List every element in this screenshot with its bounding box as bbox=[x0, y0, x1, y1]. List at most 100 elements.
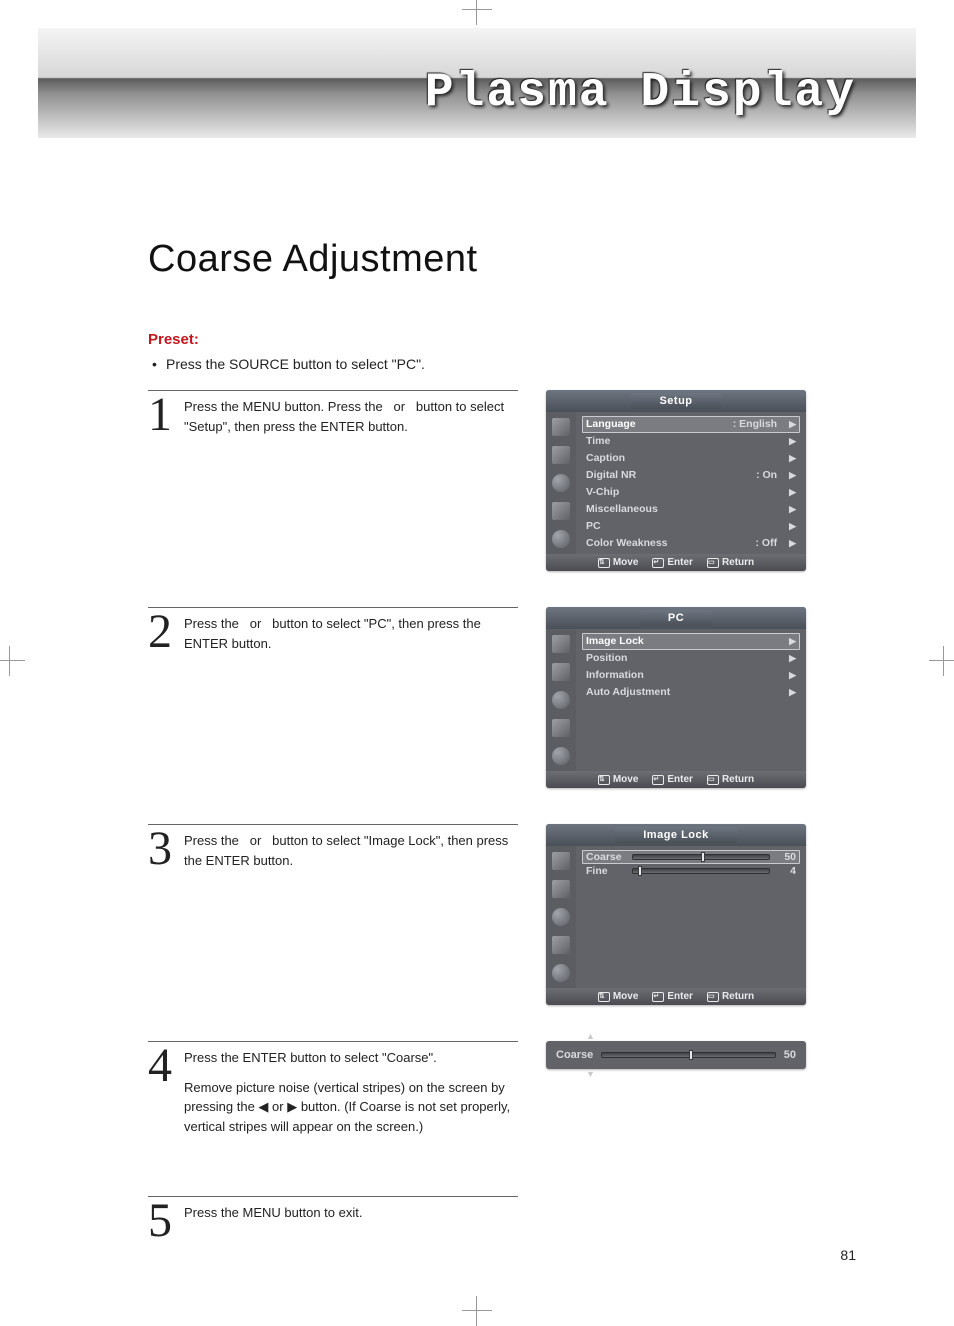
channel-icon bbox=[552, 908, 570, 926]
footer-enter: ↵Enter bbox=[652, 557, 693, 568]
step-left: 2 Press the or button to select "PC", th… bbox=[148, 607, 518, 653]
footer-move: ⇅Move bbox=[598, 774, 639, 785]
step-left: 1 Press the MENU button. Press the or bu… bbox=[148, 390, 518, 436]
menu-item-language[interactable]: Language: English▶ bbox=[582, 416, 800, 433]
menu-item-vchip[interactable]: V-Chip▶ bbox=[582, 484, 800, 501]
step-number: 4 bbox=[148, 1046, 174, 1136]
chevron-right-icon: ▶ bbox=[789, 685, 796, 700]
chevron-right-icon: ▶ bbox=[789, 434, 796, 449]
step-text: Press the or button to select "Image Loc… bbox=[184, 829, 518, 870]
menu-item-caption[interactable]: Caption▶ bbox=[582, 450, 800, 467]
slider-track[interactable] bbox=[632, 868, 770, 874]
footer-return: ▭Return bbox=[707, 557, 754, 568]
chevron-right-icon: ▶ bbox=[789, 468, 796, 483]
menu-item-misc[interactable]: Miscellaneous▶ bbox=[582, 501, 800, 518]
return-icon: ▭ bbox=[707, 775, 719, 785]
footer-return: ▭Return bbox=[707, 991, 754, 1002]
step-text: Press the ENTER button to select "Coarse… bbox=[184, 1046, 518, 1136]
step-row: 4 Press the ENTER button to select "Coar… bbox=[148, 1041, 846, 1136]
osd-coarse-bar: Coarse 50 bbox=[546, 1041, 806, 1069]
coarse-value: 50 bbox=[784, 1049, 796, 1061]
osd-footer: ⇅Move ↵Enter ▭Return bbox=[546, 554, 806, 571]
osd-pc-menu: PC Image Lock▶ Position▶ Information▶ Au… bbox=[546, 607, 806, 788]
step-text: Press the MENU button to exit. bbox=[184, 1201, 362, 1241]
chevron-right-icon: ▶ bbox=[789, 502, 796, 517]
setup-icon bbox=[552, 719, 570, 737]
menu-item-colorweakness[interactable]: Color Weakness: Off▶ bbox=[582, 535, 800, 552]
osd-item-list: Image Lock▶ Position▶ Information▶ Auto … bbox=[576, 629, 806, 771]
return-icon: ▭ bbox=[707, 558, 719, 568]
osd-item-list: Language: English▶ Time▶ Caption▶ Digita… bbox=[576, 412, 806, 554]
osd-category-icons bbox=[546, 629, 576, 771]
slider-thumb[interactable] bbox=[689, 1050, 693, 1060]
slider-coarse[interactable]: Coarse 50 bbox=[582, 850, 800, 864]
picture-icon bbox=[552, 418, 570, 436]
slider-fine[interactable]: Fine 4 bbox=[582, 864, 800, 878]
chevron-right-icon: ▶ bbox=[789, 536, 796, 551]
step-text: Press the MENU button. Press the or butt… bbox=[184, 395, 518, 436]
step-text: Press the or button to select "PC", then… bbox=[184, 612, 518, 653]
footer-move: ⇅Move bbox=[598, 991, 639, 1002]
pip-icon bbox=[552, 530, 570, 548]
enter-icon: ↵ bbox=[652, 558, 664, 568]
osd-footer: ⇅Move ↵Enter ▭Return bbox=[546, 771, 806, 788]
step-row: 5 Press the MENU button to exit. bbox=[148, 1196, 846, 1241]
footer-move: ⇅Move bbox=[598, 557, 639, 568]
step-row: 3 Press the or button to select "Image L… bbox=[148, 824, 846, 1005]
step-number: 5 bbox=[148, 1201, 174, 1241]
updown-icon: ⇅ bbox=[598, 992, 610, 1002]
step-number: 2 bbox=[148, 612, 174, 653]
enter-icon: ↵ bbox=[652, 992, 664, 1002]
header-banner: Plasma Display bbox=[38, 28, 916, 138]
page-number: 81 bbox=[840, 1247, 856, 1263]
menu-item-imagelock[interactable]: Image Lock▶ bbox=[582, 633, 800, 650]
sound-icon bbox=[552, 663, 570, 681]
slider-thumb[interactable] bbox=[638, 866, 642, 876]
step-left: 3 Press the or button to select "Image L… bbox=[148, 824, 518, 870]
picture-icon bbox=[552, 852, 570, 870]
chevron-right-icon: ▶ bbox=[789, 485, 796, 500]
step-number: 1 bbox=[148, 395, 174, 436]
page-content: Coarse Adjustment Preset: Press the SOUR… bbox=[148, 238, 846, 1277]
slider-track[interactable] bbox=[601, 1052, 775, 1058]
menu-item-time[interactable]: Time▶ bbox=[582, 433, 800, 450]
channel-icon bbox=[552, 474, 570, 492]
step-row: 2 Press the or button to select "PC", th… bbox=[148, 607, 846, 788]
step-left: 5 Press the MENU button to exit. bbox=[148, 1196, 518, 1241]
sound-icon bbox=[552, 446, 570, 464]
menu-item-information[interactable]: Information▶ bbox=[582, 667, 800, 684]
slider-track[interactable] bbox=[632, 854, 770, 860]
channel-icon bbox=[552, 691, 570, 709]
menu-item-pc[interactable]: PC▶ bbox=[582, 518, 800, 535]
enter-icon: ↵ bbox=[652, 775, 664, 785]
step-row: 1 Press the MENU button. Press the or bu… bbox=[148, 390, 846, 571]
chevron-right-icon: ▶ bbox=[789, 519, 796, 534]
osd-footer: ⇅Move ↵Enter ▭Return bbox=[546, 988, 806, 1005]
section-title: Coarse Adjustment bbox=[148, 238, 846, 281]
pip-icon bbox=[552, 747, 570, 765]
osd-category-icons bbox=[546, 412, 576, 554]
chevron-right-icon: ▶ bbox=[789, 634, 796, 649]
menu-item-position[interactable]: Position▶ bbox=[582, 650, 800, 667]
manual-page: Plasma Display Coarse Adjustment Preset:… bbox=[38, 28, 916, 1293]
slider-thumb[interactable] bbox=[701, 852, 705, 862]
chevron-right-icon: ▶ bbox=[789, 417, 796, 432]
setup-icon bbox=[552, 502, 570, 520]
footer-enter: ↵Enter bbox=[652, 991, 693, 1002]
preset-instruction: Press the SOURCE button to select "PC". bbox=[166, 356, 846, 372]
return-icon: ▭ bbox=[707, 992, 719, 1002]
step-left: 4 Press the ENTER button to select "Coar… bbox=[148, 1041, 518, 1136]
chevron-right-icon: ▶ bbox=[789, 451, 796, 466]
menu-item-digitalnr[interactable]: Digital NR: On▶ bbox=[582, 467, 800, 484]
osd-imagelock-menu: Image Lock Coarse 50 bbox=[546, 824, 806, 1005]
osd-title: PC bbox=[546, 607, 806, 629]
chevron-right-icon: ▶ bbox=[789, 668, 796, 683]
setup-icon bbox=[552, 936, 570, 954]
updown-icon: ⇅ bbox=[598, 775, 610, 785]
chevron-right-icon: ▶ bbox=[789, 651, 796, 666]
coarse-label: Coarse bbox=[556, 1049, 593, 1061]
preset-label: Preset: bbox=[148, 331, 846, 348]
osd-setup-menu: Setup Language: English▶ Time▶ Caption▶ … bbox=[546, 390, 806, 571]
pip-icon bbox=[552, 964, 570, 982]
menu-item-autoadjust[interactable]: Auto Adjustment▶ bbox=[582, 684, 800, 701]
